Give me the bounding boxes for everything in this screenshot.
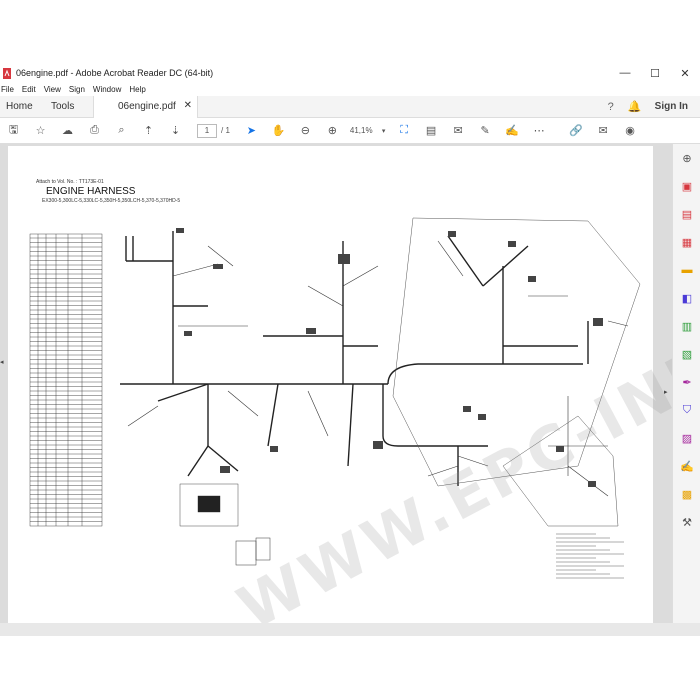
select-cursor-icon[interactable]: ➤ [238,124,265,137]
title-bar: 06engine.pdf - Adobe Acrobat Reader DC (… [0,63,700,83]
close-tab-icon[interactable]: ✕ [184,100,192,111]
print-icon[interactable]: ⎙ [81,124,108,137]
document-viewer[interactable]: Attach to Vol. No. : TT173E-01 ENGINE HA… [0,144,700,644]
maximize-button[interactable]: ☐ [640,67,670,80]
email-icon[interactable]: ✉ [590,124,617,137]
tab-bar: Home Tools 06engine.pdf ✕ ? 🔔 Sign In [0,95,700,118]
window-title: 06engine.pdf - Adobe Acrobat Reader DC (… [16,68,214,78]
create-pdf-icon[interactable]: ▦ [680,236,694,250]
acrobat-pdf-icon [3,67,11,79]
pdf-page: Attach to Vol. No. : TT173E-01 ENGINE HA… [8,146,700,644]
tab-home[interactable]: Home [0,101,45,112]
menu-file[interactable]: File [1,85,14,94]
more-tools-icon[interactable]: ⋯ [526,124,553,137]
account-icon[interactable]: ◉ [617,124,644,137]
toolbar: 🖫 ☆ ☁ ⎙ ⌕ ⇡ ⇣ 1 / 1 ➤ ✋ ⊖ ⊕ 41,1% ▾ ⛶ ▤ … [0,118,700,144]
prepare-form-icon[interactable]: ▩ [680,488,694,502]
upload-cloud-icon[interactable]: ☁ [54,124,81,137]
status-bar [0,623,700,636]
next-page-icon[interactable]: ⇣ [162,124,189,137]
page-total: / 1 [221,126,230,135]
export-pdf-icon[interactable]: ▣ [680,180,694,194]
share-link-icon[interactable]: 🔗 [563,124,590,137]
tab-document[interactable]: 06engine.pdf ✕ [93,95,198,118]
tab-tools[interactable]: Tools [45,101,93,112]
zoom-in-icon[interactable]: ⊕ [319,124,346,137]
zoom-dropdown-chevron-icon[interactable]: ▾ [377,127,391,135]
zoom-level-dropdown[interactable]: 41,1% [350,126,373,135]
menu-view[interactable]: View [44,85,61,94]
menu-window[interactable]: Window [93,85,121,94]
edit-pdf-icon[interactable]: ▤ [680,208,694,222]
fuse-box-grid [179,483,239,527]
comment-icon[interactable]: ✉ [445,124,472,137]
scroll-mode-icon[interactable]: ▤ [418,124,445,137]
bookmark-star-icon[interactable]: ☆ [27,124,54,137]
comment-tool-icon[interactable]: ▬ [680,264,694,278]
hand-tool-icon[interactable]: ✋ [265,124,292,137]
zoom-out-icon[interactable]: ⊖ [292,124,319,137]
compress-pdf-icon[interactable]: ▧ [680,348,694,362]
close-window-button[interactable]: ✕ [670,67,700,80]
menu-help[interactable]: Help [129,85,145,94]
more-tools-wrench-icon[interactable]: ⚒ [680,516,694,530]
right-panel-toggle-icon[interactable]: ▸ [664,388,668,396]
tools-pane: ⊕ ▣ ▤ ▦ ▬ ◧ ▥ ▧ ✒ ⛉ ▨ ✍ ▩ ⚒ [672,144,700,636]
tab-document-label: 06engine.pdf [118,101,176,112]
sign-in-button[interactable]: Sign In [655,101,688,112]
notes-block [556,533,624,579]
sign-icon[interactable]: ✍ [499,124,526,137]
save-icon[interactable]: 🖫 [0,121,27,140]
menu-bar: File Edit View Sign Window Help [0,83,700,96]
previous-page-icon[interactable]: ⇡ [135,124,162,137]
zoom-search-icon[interactable]: ⊕ [680,152,694,166]
left-panel-toggle-icon[interactable]: ◂ [0,358,4,366]
help-icon[interactable]: ? [599,101,623,113]
search-zoom-icon[interactable]: ⌕ [108,124,135,137]
protect-icon[interactable]: ⛉ [680,404,694,418]
notification-bell-icon[interactable]: 🔔 [623,100,647,113]
combine-files-icon[interactable]: ◧ [680,292,694,306]
menu-edit[interactable]: Edit [22,85,36,94]
highlight-pen-icon[interactable]: ✎ [472,124,499,137]
organize-pages-icon[interactable]: ▥ [680,320,694,334]
send-for-signature-icon[interactable]: ✍ [680,460,694,474]
request-signature-icon[interactable]: ▨ [680,432,694,446]
menu-sign[interactable]: Sign [69,85,85,94]
fit-page-icon[interactable]: ⛶ [391,124,418,137]
fill-sign-icon[interactable]: ✒ [680,376,694,390]
minimize-button[interactable]: — [610,67,640,79]
page-number-input[interactable]: 1 [197,123,217,138]
connector-table [29,233,103,527]
